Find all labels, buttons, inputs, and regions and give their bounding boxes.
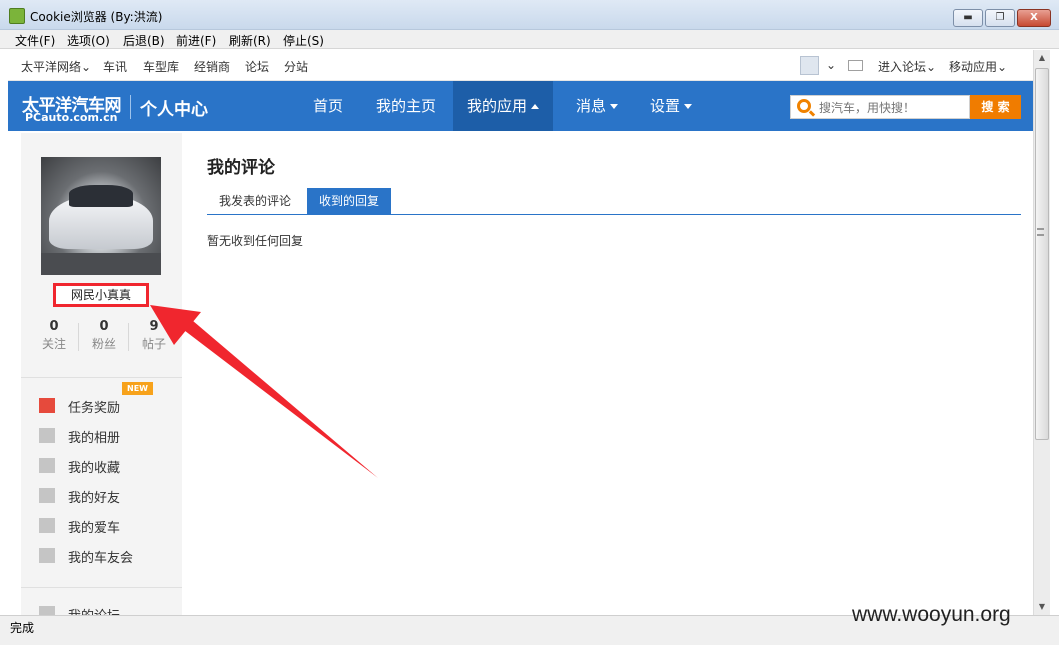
site-logo-domain[interactable]: PCauto.com.cn xyxy=(25,111,117,124)
sidebar-item-label: 我的相册 xyxy=(68,431,121,446)
chevron-down-icon: ⌄ xyxy=(997,60,1008,74)
caret-down-icon xyxy=(610,104,618,109)
car-icon xyxy=(39,518,55,533)
minimize-button[interactable]: ▬ xyxy=(953,9,983,27)
stat-following-label: 关注 xyxy=(41,337,66,351)
browser-viewport: 太平洋网络⌄ 车讯 车型库 经销商 论坛 分站 ⌄ 进入论坛⌄ 移动应用⌄ 太平… xyxy=(8,50,1033,615)
page-title: 我的评论 xyxy=(207,158,275,178)
chevron-down-icon: ⌄ xyxy=(926,60,937,74)
search-box xyxy=(790,95,970,119)
sitenav-branches[interactable]: 分站 xyxy=(284,58,308,75)
empty-state-text: 暂无收到任何回复 xyxy=(207,234,304,248)
search-input[interactable] xyxy=(819,99,967,116)
stat-fans-count: 0 xyxy=(99,319,109,334)
sitenav-enter-forum[interactable]: 进入论坛⌄ xyxy=(878,58,936,75)
caret-down-icon xyxy=(684,104,692,109)
logo-divider xyxy=(130,95,131,119)
new-badge: NEW xyxy=(122,382,153,395)
scroll-down-icon[interactable]: ▼ xyxy=(1034,599,1050,615)
sitenav-forum[interactable]: 论坛 xyxy=(245,58,269,75)
sidebar-item-label: 我的收藏 xyxy=(68,461,121,476)
stat-posts-count: 9 xyxy=(149,319,159,334)
tab-underline xyxy=(207,214,1021,215)
mail-icon[interactable] xyxy=(848,60,863,71)
sidebar-divider xyxy=(21,377,182,378)
sidebar-item-label: 任务奖励 xyxy=(68,401,121,416)
caret-up-icon xyxy=(531,104,539,109)
stat-fans[interactable]: 0 粉丝 xyxy=(79,319,129,352)
chevron-down-icon[interactable]: ⌄ xyxy=(826,58,836,72)
forum-icon xyxy=(39,606,55,615)
nav-my-apps[interactable]: 我的应用 xyxy=(453,81,553,131)
menu-back[interactable]: 后退(B) xyxy=(123,32,165,49)
car-image-window xyxy=(69,185,133,207)
scrollbar-thumb[interactable] xyxy=(1035,68,1049,440)
star-icon xyxy=(39,458,55,473)
maximize-button[interactable]: ❐ xyxy=(985,9,1015,27)
menu-stop[interactable]: 停止(S) xyxy=(283,32,324,49)
window-title: Cookie浏览器 (By:洪流) xyxy=(30,10,163,24)
window-titlebar[interactable]: Cookie浏览器 (By:洪流) ▬ ❐ X xyxy=(0,0,1059,30)
stat-following[interactable]: 0 关注 xyxy=(29,319,79,352)
site-header: 太平洋汽车网 PCauto.com.cn 个人中心 首页 我的主页 我的应用 消… xyxy=(8,81,1033,131)
status-text: 完成 xyxy=(10,621,35,635)
nav-home[interactable]: 首页 xyxy=(304,81,352,131)
tab-received-replies[interactable]: 收到的回复 xyxy=(307,188,391,214)
scroll-grip-icon xyxy=(1037,228,1044,236)
chevron-down-icon: ⌄ xyxy=(81,60,92,74)
nav-settings[interactable]: 设置 xyxy=(640,81,702,131)
car-club-icon xyxy=(39,548,55,563)
watermark: www.wooyun.org xyxy=(852,603,1011,626)
sitenav-news[interactable]: 车讯 xyxy=(103,58,127,75)
sitenav-mobile-apps[interactable]: 移动应用⌄ xyxy=(949,58,1007,75)
username[interactable]: 网民小真真 xyxy=(53,283,149,307)
stat-posts-label: 帖子 xyxy=(141,337,166,351)
close-button[interactable]: X xyxy=(1017,9,1051,27)
sitenav-dealers[interactable]: 经销商 xyxy=(194,58,230,75)
tab-my-comments[interactable]: 我发表的评论 xyxy=(207,188,303,214)
profile-sidebar: 网民小真真 0 关注 0 粉丝 9 帖子 NEW 任务奖励 我的相册 我的收藏 xyxy=(21,133,182,615)
stat-following-count: 0 xyxy=(49,319,59,334)
menu-file[interactable]: 文件(F) xyxy=(15,32,55,49)
sitenav-pconline[interactable]: 太平洋网络⌄ xyxy=(21,58,91,75)
site-top-nav: 太平洋网络⌄ 车讯 车型库 经销商 论坛 分站 ⌄ 进入论坛⌄ 移动应用⌄ xyxy=(8,50,1033,81)
car-image-floor xyxy=(41,253,161,275)
stat-fans-label: 粉丝 xyxy=(91,337,116,351)
menu-forward[interactable]: 前进(F) xyxy=(176,32,216,49)
sidebar-item-label: 我的好友 xyxy=(68,491,121,506)
page-section-title: 个人中心 xyxy=(140,100,208,120)
menu-options[interactable]: 选项(O) xyxy=(67,32,110,49)
profile-avatar[interactable] xyxy=(41,157,161,275)
user-avatar-icon[interactable] xyxy=(800,56,819,75)
sidebar-item-label: 我的爱车 xyxy=(68,521,121,536)
app-icon xyxy=(9,8,25,24)
friends-icon xyxy=(39,488,55,503)
photo-icon xyxy=(39,428,55,443)
menu-refresh[interactable]: 刷新(R) xyxy=(229,32,271,49)
nav-messages[interactable]: 消息 xyxy=(566,81,628,131)
vertical-scrollbar[interactable]: ▲ ▼ xyxy=(1033,50,1050,615)
search-button[interactable]: 搜 索 xyxy=(970,95,1021,119)
gift-icon xyxy=(39,398,55,413)
stat-posts[interactable]: 9 帖子 xyxy=(129,319,179,352)
search-icon xyxy=(797,99,811,113)
sidebar-item-label: 我的论坛 xyxy=(68,605,120,615)
scroll-up-icon[interactable]: ▲ xyxy=(1034,50,1050,66)
sidebar-item-label: 我的车友会 xyxy=(68,551,134,566)
menu-bar: 文件(F) 选项(O) 后退(B) 前进(F) 刷新(R) 停止(S) xyxy=(0,30,1059,49)
sidebar-divider xyxy=(21,587,182,588)
sitenav-models[interactable]: 车型库 xyxy=(143,58,179,75)
nav-my-homepage[interactable]: 我的主页 xyxy=(366,81,446,131)
